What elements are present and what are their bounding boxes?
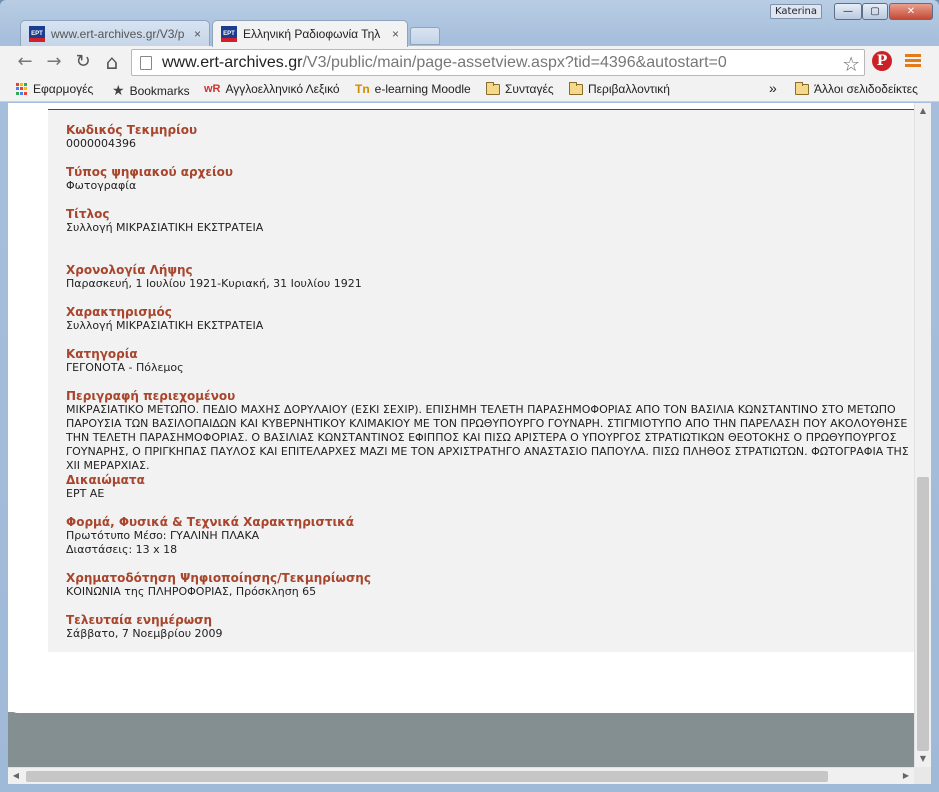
field-label: Περιγραφή περιεχομένου xyxy=(66,389,236,403)
scroll-up-arrow-icon[interactable]: ▲ xyxy=(915,103,931,119)
bookmark-apps[interactable]: Εφαρμογές xyxy=(16,82,93,96)
field-format: Φορμά, Φυσικά & Τεχνικά Χαρακτηριστικά Π… xyxy=(66,515,354,557)
folder-icon xyxy=(795,82,809,95)
url-text: www.ert-archives.gr/V3/public/main/page-… xyxy=(162,54,727,72)
field-label: Τελευταία ενημέρωση xyxy=(66,613,213,627)
scroll-right-arrow-icon[interactable]: ▶ xyxy=(898,768,914,784)
field-label: Χαρακτηρισμός xyxy=(66,305,172,319)
tab-ert-radio[interactable]: ΕΡΤ Ελληνική Ραδιοφωνία Τηλ × xyxy=(212,20,408,47)
bookmark-folder-environmental[interactable]: Περιβαλλοντική xyxy=(569,81,670,96)
field-description: Περιγραφή περιεχομένου ΜΙΚΡΑΣΙΑΤΙΚΟ ΜΕΤΩ… xyxy=(66,389,914,473)
field-label: Κατηγορία xyxy=(66,347,138,361)
bookmark-star-icon[interactable]: ☆ xyxy=(842,52,860,76)
tab-title: www.ert-archives.gr/V3/p xyxy=(51,27,185,41)
field-value: ΜΙΚΡΑΣΙΑΤΙΚΟ ΜΕΤΩΠΟ. ΠΕΔΙΟ ΜΑΧΗΣ ΔΟΡΥΛΑΙ… xyxy=(66,403,909,472)
bookmark-label: Bookmarks xyxy=(129,83,190,98)
content-bottom-edge xyxy=(8,697,914,713)
bookmark-folder-other[interactable]: Άλλοι σελιδοδείκτες xyxy=(795,82,935,96)
wordreference-icon: wR xyxy=(204,83,221,95)
field-date: Χρονολογία Λήψης Παρασκευή, 1 Ιουλίου 19… xyxy=(66,263,362,291)
field-label: Δικαιώματα xyxy=(66,473,145,487)
pinterest-icon[interactable]: P xyxy=(872,51,892,71)
bookmark-label: e-learning Moodle xyxy=(374,82,471,96)
tab-ert-archives[interactable]: ΕΡΤ www.ert-archives.gr/V3/p × xyxy=(20,20,210,47)
forward-arrow-icon[interactable]: → xyxy=(43,51,65,73)
scroll-down-arrow-icon[interactable]: ▼ xyxy=(915,751,931,767)
horizontal-scrollbar[interactable]: ◀ ▶ xyxy=(8,767,914,784)
apps-grid-icon xyxy=(16,83,28,95)
field-rights: Δικαιώματα ΕΡΤ ΑΕ xyxy=(66,473,145,501)
field-value: ΓΕΓΟΝΟΤΑ - Πόλεμος xyxy=(66,361,184,374)
maximize-button[interactable]: ▢ xyxy=(862,3,888,20)
scrollbar-corner xyxy=(914,767,931,784)
field-label: Φορμά, Φυσικά & Τεχνικά Χαρακτηριστικά xyxy=(66,515,354,529)
field-label: Κωδικός Τεκμηρίου xyxy=(66,123,198,137)
back-arrow-icon[interactable]: ← xyxy=(14,51,36,73)
vertical-scroll-thumb[interactable] xyxy=(917,477,929,751)
field-value: Παρασκευή, 1 Ιουλίου 1921-Κυριακή, 31 Ιο… xyxy=(66,277,362,290)
bookmark-label: Συνταγές xyxy=(505,82,554,96)
bookmark-label: Περιβαλλοντική xyxy=(588,82,670,96)
field-value: 0000004396 xyxy=(66,137,136,150)
bookmark-dictionary[interactable]: wR Αγγλοελληνικό Λεξικό xyxy=(204,82,344,96)
browser-window: Katerina — ▢ ✕ ΕΡΤ www.ert-archives.gr/V… xyxy=(0,0,939,792)
ert-favicon-icon: ΕΡΤ xyxy=(29,26,45,42)
field-value: ΕΡΤ ΑΕ xyxy=(66,487,105,500)
field-value: Φωτογραφία xyxy=(66,179,137,192)
tab-close-icon[interactable]: × xyxy=(392,27,399,41)
field-funding: Χρηματοδότηση Ψηφιοποίησης/Τεκμηρίωσης Κ… xyxy=(66,571,371,599)
bookmark-label: Άλλοι σελιδοδείκτες xyxy=(814,82,918,96)
user-profile-badge[interactable]: Katerina xyxy=(770,4,822,19)
folder-icon xyxy=(486,81,500,95)
field-label: Τύπος ψηφιακού αρχείου xyxy=(66,165,234,179)
field-value: ΚΟΙΝΩΝΙΑ της ΠΛΗΡΟΦΟΡΙΑΣ, Πρόσκληση 65 xyxy=(66,585,317,598)
new-tab-button[interactable] xyxy=(410,27,440,45)
field-value: Πρωτότυπο Μέσο: ΓΥΑΛΙΝΗ ΠΛΑΚΑ xyxy=(66,529,260,542)
field-label: Χρηματοδότηση Ψηφιοποίησης/Τεκμηρίωσης xyxy=(66,571,371,585)
url-path: /V3/public/main/page-assetview.aspx?tid=… xyxy=(302,53,727,71)
menu-icon[interactable] xyxy=(905,54,921,68)
home-icon[interactable]: ⌂ xyxy=(101,51,123,73)
bookmarks-bar: Εφαρμογές ★ Bookmarks wR Αγγλοελληνικό Λ… xyxy=(0,78,939,102)
bookmark-moodle[interactable]: Tn e-learning Moodle xyxy=(355,82,471,96)
field-title: Τίτλος Συλλογή ΜΙΚΡΑΣΙΑΤΙΚΗ ΕΚΣΤΡΑΤΕΙΑ xyxy=(66,207,263,235)
star-icon: ★ xyxy=(112,82,125,98)
field-value: Διαστάσεις: 13 x 18 xyxy=(66,543,178,556)
tab-title: Ελληνική Ραδιοφωνία Τηλ xyxy=(243,27,381,41)
url-host: www.ert-archives.gr xyxy=(162,53,303,71)
reload-icon[interactable]: ↻ xyxy=(72,51,94,73)
field-code: Κωδικός Τεκμηρίου 0000004396 xyxy=(66,123,197,151)
horizontal-scroll-thumb[interactable] xyxy=(26,771,828,782)
ert-favicon-icon: ΕΡΤ xyxy=(221,26,237,42)
field-filetype: Τύπος ψηφιακού αρχείου Φωτογραφία xyxy=(66,165,233,193)
scroll-left-arrow-icon[interactable]: ◀ xyxy=(8,768,24,784)
asset-details-panel: Κωδικός Τεκμηρίου 0000004396 Τύπος ψηφια… xyxy=(48,110,914,652)
field-value: Συλλογή ΜΙΚΡΑΣΙΑΤΙΚΗ ΕΚΣΤΡΑΤΕΙΑ xyxy=(66,221,264,234)
field-label: Χρονολογία Λήψης xyxy=(66,263,193,277)
field-value: Σάββατο, 7 Νοεμβρίου 2009 xyxy=(66,627,223,640)
field-category: Κατηγορία ΓΕΓΟΝΟΤΑ - Πόλεμος xyxy=(66,347,184,375)
minimize-button[interactable]: — xyxy=(834,3,862,20)
bookmark-label: Εφαρμογές xyxy=(33,82,94,96)
bookmark-bookmarks[interactable]: ★ Bookmarks xyxy=(112,82,190,99)
address-bar[interactable]: www.ert-archives.gr/V3/public/main/page-… xyxy=(131,49,865,76)
page-footer xyxy=(8,712,914,767)
moodle-icon: Tn xyxy=(355,82,370,96)
field-label: Τίτλος xyxy=(66,207,110,221)
page-content: Κωδικός Τεκμηρίου 0000004396 Τύπος ψηφια… xyxy=(8,103,914,767)
bookmark-folder-recipes[interactable]: Συνταγές xyxy=(486,81,554,96)
page-icon xyxy=(140,55,152,70)
vertical-scrollbar[interactable]: ▲ ▼ xyxy=(914,103,931,767)
field-characterization: Χαρακτηρισμός Συλλογή ΜΙΚΡΑΣΙΑΤΙΚΗ ΕΚΣΤΡ… xyxy=(66,305,263,333)
bookmark-label: Αγγλοελληνικό Λεξικό xyxy=(225,82,340,96)
browser-toolbar: ← → ↻ ⌂ www.ert-archives.gr/V3/public/ma… xyxy=(0,46,939,78)
field-last-updated: Τελευταία ενημέρωση Σάββατο, 7 Νοεμβρίου… xyxy=(66,613,223,641)
folder-icon xyxy=(569,81,583,95)
field-value: Συλλογή ΜΙΚΡΑΣΙΑΤΙΚΗ ΕΚΣΤΡΑΤΕΙΑ xyxy=(66,319,264,332)
close-window-button[interactable]: ✕ xyxy=(889,3,933,20)
tab-close-icon[interactable]: × xyxy=(194,27,201,41)
bookmarks-overflow-chevron-icon[interactable]: » xyxy=(769,80,777,96)
